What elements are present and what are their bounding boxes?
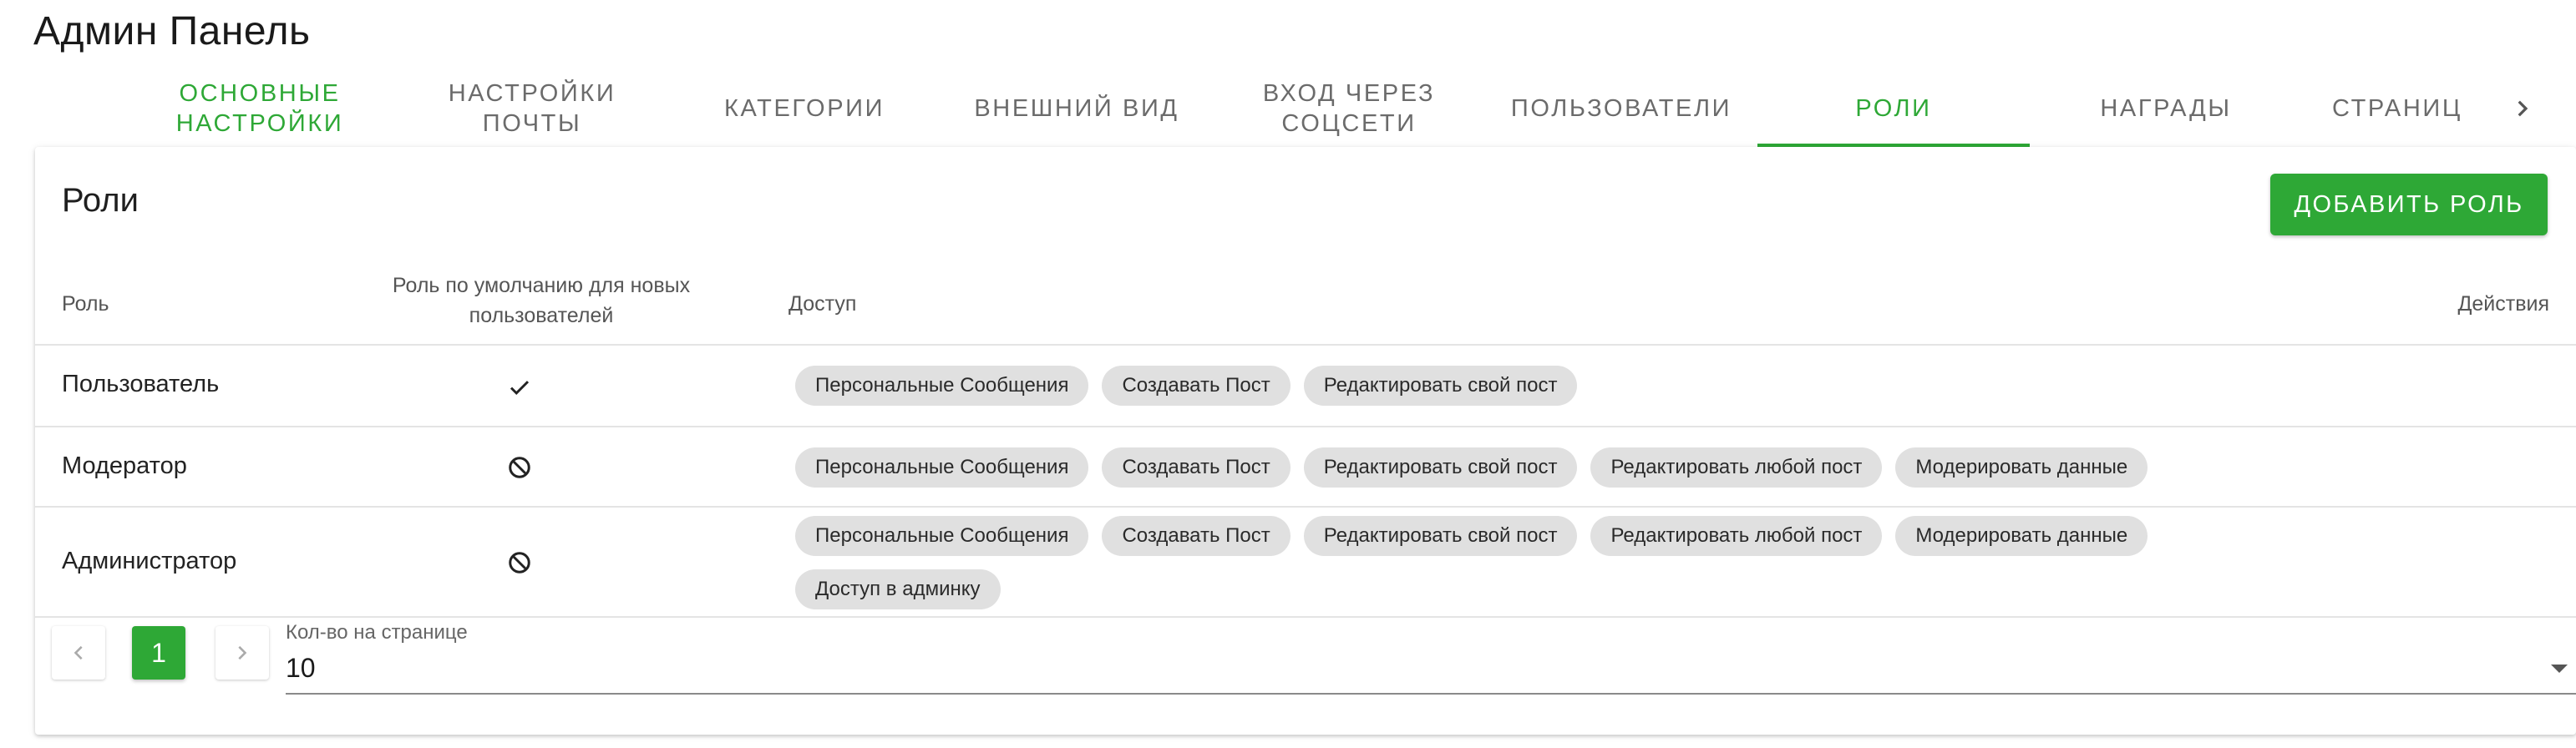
- tab-label: СТРАНИЦ: [2332, 95, 2462, 122]
- table-row: Пользователь Персональные Сообщения Созд…: [35, 346, 2576, 427]
- access-chip[interactable]: Редактировать любой пост: [1590, 447, 1883, 488]
- dropdown-arrow-icon: [2551, 665, 2568, 673]
- tab-social-login[interactable]: ВХОД ЧЕРЕЗ СОЦСЕТИ: [1213, 70, 1485, 147]
- tab-roles[interactable]: РОЛИ: [1757, 70, 2030, 147]
- header-default-role: Роль по умолчанию для новых пользователе…: [392, 274, 691, 327]
- header-access: Доступ: [789, 292, 857, 316]
- tab-users[interactable]: ПОЛЬЗОВАТЕЛИ: [1485, 70, 1757, 147]
- prev-page-button[interactable]: [52, 626, 105, 680]
- tabs-scroll-right-button[interactable]: [2497, 70, 2548, 147]
- header-role: Роль: [62, 292, 109, 316]
- tab-label: НАСТРОЙКИ ПОЧТЫ: [448, 80, 616, 137]
- roles-card: Роли ДОБАВИТЬ РОЛЬ Роль Роль по умолчани…: [35, 147, 2576, 735]
- header-actions: Действия: [2457, 292, 2549, 316]
- tab-mail-settings[interactable]: НАСТРОЙКИ ПОЧТЫ: [396, 70, 668, 147]
- access-chip[interactable]: Персональные Сообщения: [795, 516, 1089, 556]
- access-chip[interactable]: Редактировать любой пост: [1590, 516, 1883, 556]
- access-chip[interactable]: Редактировать свой пост: [1303, 516, 1578, 556]
- default-cell: [503, 451, 536, 484]
- access-chip[interactable]: Модерировать данные: [1895, 516, 2148, 556]
- table-row: Модератор Персональные Сообщения Создава…: [35, 427, 2576, 508]
- chevron-left-icon: [74, 645, 83, 660]
- tab-label: ВХОД ЧЕРЕЗ СОЦСЕТИ: [1262, 80, 1436, 137]
- tab-label: КАТЕГОРИИ: [723, 95, 885, 122]
- page-number-button[interactable]: 1: [132, 626, 185, 680]
- chevron-right-icon: [2518, 100, 2528, 117]
- access-list: Персональные Сообщения Создавать Пост Ре…: [795, 366, 2265, 406]
- pagination: 1 Кол-во на странице 10: [35, 614, 2576, 715]
- table-header: Роль Роль по умолчанию для новых пользов…: [35, 264, 2576, 346]
- tab-rewards[interactable]: НАГРАДЫ: [2030, 70, 2302, 147]
- access-chip[interactable]: Редактировать свой пост: [1303, 366, 1578, 406]
- access-chip[interactable]: Персональные Сообщения: [795, 366, 1089, 406]
- access-chip[interactable]: Создавать Пост: [1102, 366, 1291, 406]
- check-icon: [510, 381, 530, 395]
- card-title: Роли: [62, 182, 139, 219]
- role-name: Пользователь: [62, 371, 220, 397]
- default-cell: [503, 371, 536, 404]
- access-chip[interactable]: Персональные Сообщения: [795, 447, 1089, 488]
- per-page-select[interactable]: 10: [286, 649, 2576, 695]
- tab-label: НАГРАДЫ: [2100, 95, 2232, 122]
- role-name: Администратор: [62, 548, 237, 574]
- table-row: Администратор Персональные Сообщения Соз…: [35, 508, 2576, 618]
- tab-label: ВНЕШНИЙ ВИД: [974, 95, 1179, 122]
- tab-appearance[interactable]: ВНЕШНИЙ ВИД: [941, 70, 1213, 147]
- access-chip[interactable]: Модерировать данные: [1895, 447, 2148, 488]
- access-chip[interactable]: Доступ в админку: [795, 569, 1001, 609]
- add-role-button[interactable]: ДОБАВИТЬ РОЛЬ: [2270, 174, 2548, 235]
- access-list: Персональные Сообщения Создавать Пост Ре…: [795, 516, 2265, 609]
- access-chip[interactable]: Редактировать свой пост: [1303, 447, 1578, 488]
- access-chip[interactable]: Создавать Пост: [1102, 516, 1291, 556]
- chevron-right-icon: [238, 645, 247, 660]
- per-page-value: 10: [286, 653, 316, 683]
- tab-bar: ОСНОВНЫЕ НАСТРОЙКИ НАСТРОЙКИ ПОЧТЫ КАТЕГ…: [124, 70, 2539, 147]
- default-cell: [503, 546, 536, 579]
- next-page-button[interactable]: [216, 626, 269, 680]
- tab-label: РОЛИ: [1855, 95, 1932, 122]
- tab-label: ПОЛЬЗОВАТЕЛИ: [1510, 95, 1732, 122]
- access-list: Персональные Сообщения Создавать Пост Ре…: [795, 447, 2265, 488]
- tab-general-settings[interactable]: ОСНОВНЫЕ НАСТРОЙКИ: [124, 70, 396, 147]
- tab-label: ОСНОВНЫЕ НАСТРОЙКИ: [175, 80, 344, 137]
- blocked-icon: [509, 457, 530, 478]
- tab-categories[interactable]: КАТЕГОРИИ: [668, 70, 941, 147]
- blocked-icon: [509, 552, 530, 574]
- page-title: Админ Панель: [33, 9, 311, 53]
- role-name: Модератор: [62, 452, 187, 479]
- access-chip[interactable]: Создавать Пост: [1102, 447, 1291, 488]
- per-page-label: Кол-во на странице: [286, 621, 468, 644]
